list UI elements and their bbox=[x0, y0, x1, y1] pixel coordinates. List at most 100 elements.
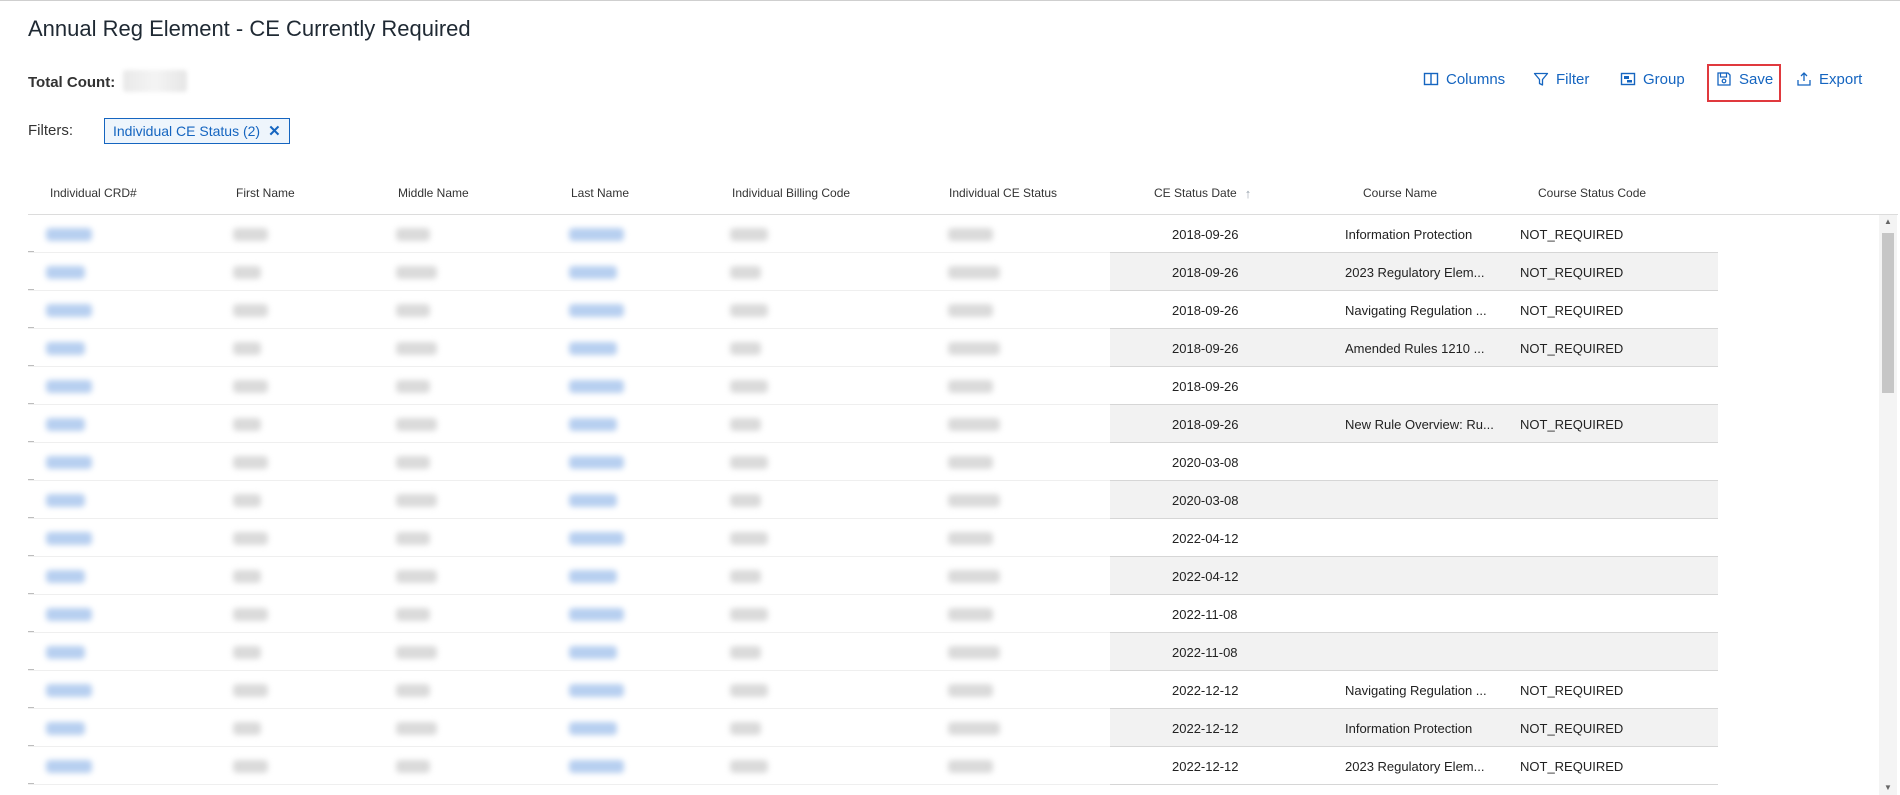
redacted-value bbox=[233, 342, 261, 355]
row-divider-tick bbox=[28, 555, 34, 556]
row-divider-tick bbox=[28, 403, 34, 404]
total-count-value-redacted bbox=[123, 70, 188, 92]
redacted-value bbox=[948, 228, 993, 241]
sort-ascending-icon[interactable]: ↑ bbox=[1245, 186, 1252, 201]
save-button[interactable]: Save bbox=[1716, 64, 1773, 94]
visible-cells: 2018-09-26 New Rule Overview: Ru... NOT_RE… bbox=[1110, 405, 1718, 443]
columns-icon bbox=[1423, 72, 1439, 86]
redacted-value bbox=[396, 380, 430, 393]
visible-cells: 2018-09-26 Navigating Regulation ... NOT_R… bbox=[1110, 291, 1718, 329]
redacted-value bbox=[730, 494, 761, 507]
ce-status-date-cell: 2020-03-08 bbox=[1172, 492, 1239, 508]
ce-status-date-cell: 2022-04-12 bbox=[1172, 568, 1239, 584]
redacted-value bbox=[730, 456, 768, 469]
export-button[interactable]: Export bbox=[1796, 64, 1862, 94]
redacted-value bbox=[569, 342, 617, 355]
course-status-code-cell: NOT_REQUIRED bbox=[1520, 758, 1624, 774]
filter-chip-ce-status[interactable]: Individual CE Status (2) ✕ bbox=[104, 118, 290, 144]
redacted-value bbox=[46, 760, 92, 773]
redacted-value bbox=[730, 760, 768, 773]
ce-status-date-cell: 2022-11-08 bbox=[1172, 606, 1238, 622]
column-header-ce-status-date[interactable]: CE Status Date ↑ bbox=[1154, 172, 1251, 214]
column-header-course-name[interactable]: Course Name bbox=[1363, 172, 1437, 214]
table-row[interactable]: 2018-09-26 2023 Regulatory Elem... NOT_REQ… bbox=[28, 253, 1880, 291]
row-divider-tick bbox=[28, 745, 34, 746]
column-header-billing-code[interactable]: Individual Billing Code bbox=[732, 172, 850, 214]
redacted-value bbox=[948, 760, 993, 773]
table-row[interactable]: 2020-03-08 bbox=[28, 481, 1880, 519]
redacted-value bbox=[730, 532, 768, 545]
redacted-value bbox=[46, 342, 85, 355]
redacted-value bbox=[730, 646, 761, 659]
course-name-cell: Amended Rules 1210 ... bbox=[1345, 340, 1485, 356]
ce-status-date-cell: 2022-11-08 bbox=[1172, 644, 1238, 660]
scroll-up-icon[interactable]: ▲ bbox=[1879, 215, 1897, 229]
column-header-middle-name[interactable]: Middle Name bbox=[398, 172, 469, 214]
group-label: Group bbox=[1643, 70, 1685, 88]
table-row[interactable]: 2022-04-12 bbox=[28, 519, 1880, 557]
redacted-value bbox=[46, 532, 92, 545]
filter-button[interactable]: Filter bbox=[1533, 64, 1589, 94]
export-icon bbox=[1797, 72, 1811, 86]
group-button[interactable]: Group bbox=[1620, 64, 1685, 94]
redacted-cells bbox=[28, 215, 1110, 253]
columns-button[interactable]: Columns bbox=[1423, 64, 1505, 94]
scroll-thumb[interactable] bbox=[1882, 233, 1894, 393]
redacted-cells bbox=[28, 557, 1110, 595]
column-header-ce-status[interactable]: Individual CE Status bbox=[949, 172, 1057, 214]
group-icon bbox=[1620, 72, 1636, 86]
redacted-cells bbox=[28, 329, 1110, 367]
row-divider-tick bbox=[28, 783, 34, 784]
table-row[interactable]: 2022-12-12 2023 Regulatory Elem... NOT_REQ… bbox=[28, 747, 1880, 785]
table-row[interactable]: 2022-04-12 bbox=[28, 557, 1880, 595]
scroll-down-icon[interactable]: ▼ bbox=[1879, 781, 1897, 795]
table-row[interactable]: 2022-12-12 Navigating Regulation ... NOT_R… bbox=[28, 671, 1880, 709]
table-scrollbar[interactable]: ▲ ▼ bbox=[1879, 215, 1897, 795]
redacted-value bbox=[46, 646, 85, 659]
redacted-value bbox=[46, 608, 92, 621]
redacted-value bbox=[569, 228, 624, 241]
column-header-crd[interactable]: Individual CRD# bbox=[50, 172, 137, 214]
total-count-label: Total Count: bbox=[28, 74, 116, 91]
redacted-value bbox=[46, 304, 92, 317]
table-row[interactable]: 2020-03-08 bbox=[28, 443, 1880, 481]
table-row[interactable]: 2018-09-26 Amended Rules 1210 ... NOT_REQU… bbox=[28, 329, 1880, 367]
redacted-value bbox=[948, 494, 1000, 507]
ce-status-date-cell: 2022-12-12 bbox=[1172, 682, 1239, 698]
table-row[interactable]: 2018-09-26 bbox=[28, 367, 1880, 405]
course-status-code-cell: NOT_REQUIRED bbox=[1520, 340, 1624, 356]
row-divider-tick bbox=[28, 479, 34, 480]
redacted-value bbox=[730, 342, 761, 355]
column-header-label: Individual Billing Code bbox=[732, 186, 851, 200]
redacted-value bbox=[233, 380, 268, 393]
redacted-value bbox=[730, 228, 768, 241]
redacted-value bbox=[46, 494, 85, 507]
table-row[interactable]: 2022-11-08 bbox=[28, 595, 1880, 633]
redacted-value bbox=[46, 228, 92, 241]
course-name-cell: 2023 Regulatory Elem... bbox=[1345, 758, 1485, 774]
table-row[interactable]: 2022-12-12 Information Protection NOT_REQU… bbox=[28, 709, 1880, 747]
redacted-value bbox=[730, 380, 768, 393]
redacted-value bbox=[46, 456, 92, 469]
redacted-value bbox=[233, 608, 268, 621]
visible-cells: 2020-03-08 bbox=[1110, 481, 1718, 519]
table-row[interactable]: 2018-09-26 Information Protection NOT_REQU… bbox=[28, 215, 1880, 253]
redacted-value bbox=[569, 608, 624, 621]
redacted-value bbox=[569, 646, 617, 659]
column-header-last-name[interactable]: Last Name bbox=[571, 172, 629, 214]
redacted-value bbox=[569, 684, 624, 697]
chip-remove-icon[interactable]: ✕ bbox=[268, 122, 281, 140]
table-row[interactable]: 2022-11-08 bbox=[28, 633, 1880, 671]
course-status-code-cell: NOT_REQUIRED bbox=[1520, 720, 1624, 736]
row-divider-tick bbox=[28, 251, 34, 252]
table-row[interactable]: 2018-09-26 Navigating Regulation ... NOT_R… bbox=[28, 291, 1880, 329]
redacted-value bbox=[948, 646, 1000, 659]
column-header-label: CE Status Date bbox=[1154, 186, 1237, 200]
column-header-label: First Name bbox=[236, 186, 295, 200]
table-row[interactable]: 2018-09-26 New Rule Overview: Ru... NOT_RE… bbox=[28, 405, 1880, 443]
redacted-value bbox=[396, 608, 430, 621]
filter-label: Filter bbox=[1556, 70, 1590, 88]
redacted-value bbox=[948, 266, 1000, 279]
column-header-first-name[interactable]: First Name bbox=[236, 172, 295, 214]
column-header-course-status-code[interactable]: Course Status Code bbox=[1538, 172, 1646, 214]
